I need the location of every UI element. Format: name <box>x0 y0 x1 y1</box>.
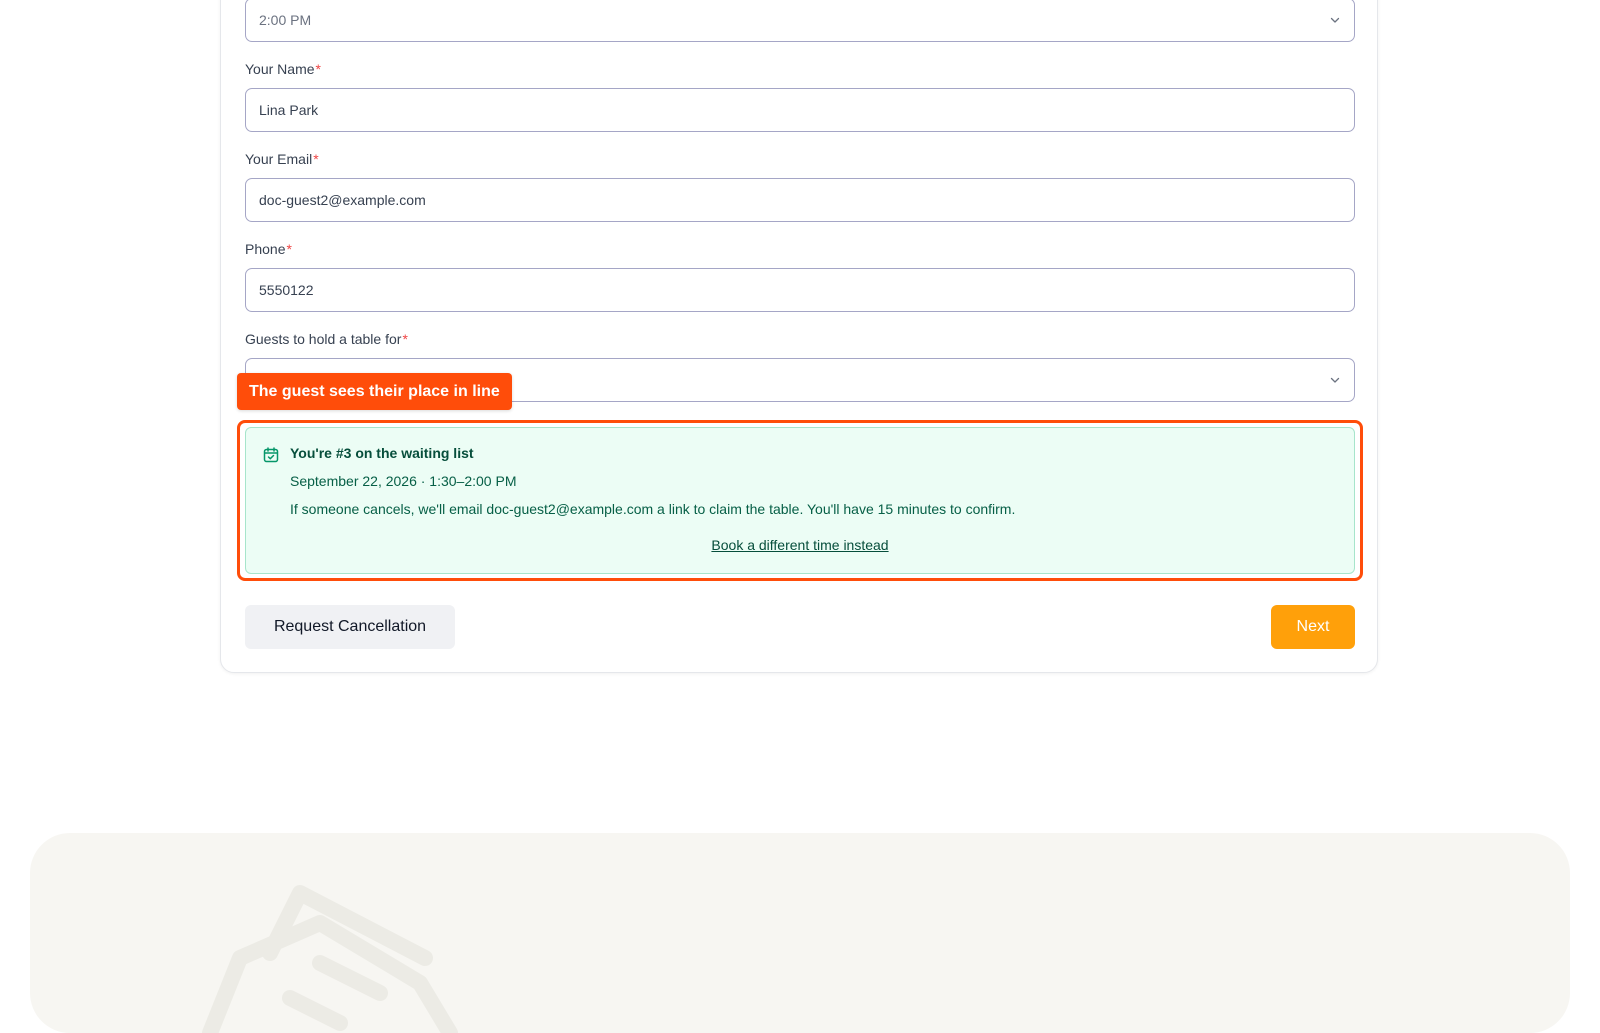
required-mark: * <box>402 331 408 347</box>
chevron-down-icon <box>1329 374 1341 386</box>
footer-panel <box>30 833 1570 1033</box>
annotation-tooltip: The guest sees their place in line <box>237 373 512 410</box>
footer-decoration-icon <box>202 885 458 1033</box>
book-different-time-link[interactable]: Book a different time instead <box>711 537 888 553</box>
guests-label: Guests to hold a table for* <box>245 331 408 347</box>
email-input[interactable] <box>259 192 1341 208</box>
waitlist-link-row: Book a different time instead <box>245 537 1355 553</box>
next-button[interactable]: Next <box>1271 605 1355 649</box>
name-field[interactable] <box>245 88 1355 132</box>
time-select-value: 2:00 PM <box>259 12 312 28</box>
chevron-down-icon <box>1329 14 1341 26</box>
name-input[interactable] <box>259 102 1341 118</box>
request-cancellation-button[interactable]: Request Cancellation <box>245 605 455 649</box>
email-field[interactable] <box>245 178 1355 222</box>
required-mark: * <box>313 151 319 167</box>
waitlist-slot: September 22, 2026 · 1:30–2:00 PM <box>290 473 517 489</box>
required-mark: * <box>286 241 292 257</box>
waitlist-title: You're #3 on the waiting list <box>290 445 474 461</box>
phone-field[interactable] <box>245 268 1355 312</box>
calendar-check-icon <box>262 446 280 464</box>
phone-label: Phone* <box>245 241 292 257</box>
waitlist-message: If someone cancels, we'll email doc-gues… <box>290 501 1016 517</box>
required-mark: * <box>315 61 321 77</box>
name-label: Your Name* <box>245 61 321 77</box>
phone-input[interactable] <box>259 282 1341 298</box>
email-label: Your Email* <box>245 151 319 167</box>
time-select[interactable]: 2:00 PM <box>245 0 1355 42</box>
